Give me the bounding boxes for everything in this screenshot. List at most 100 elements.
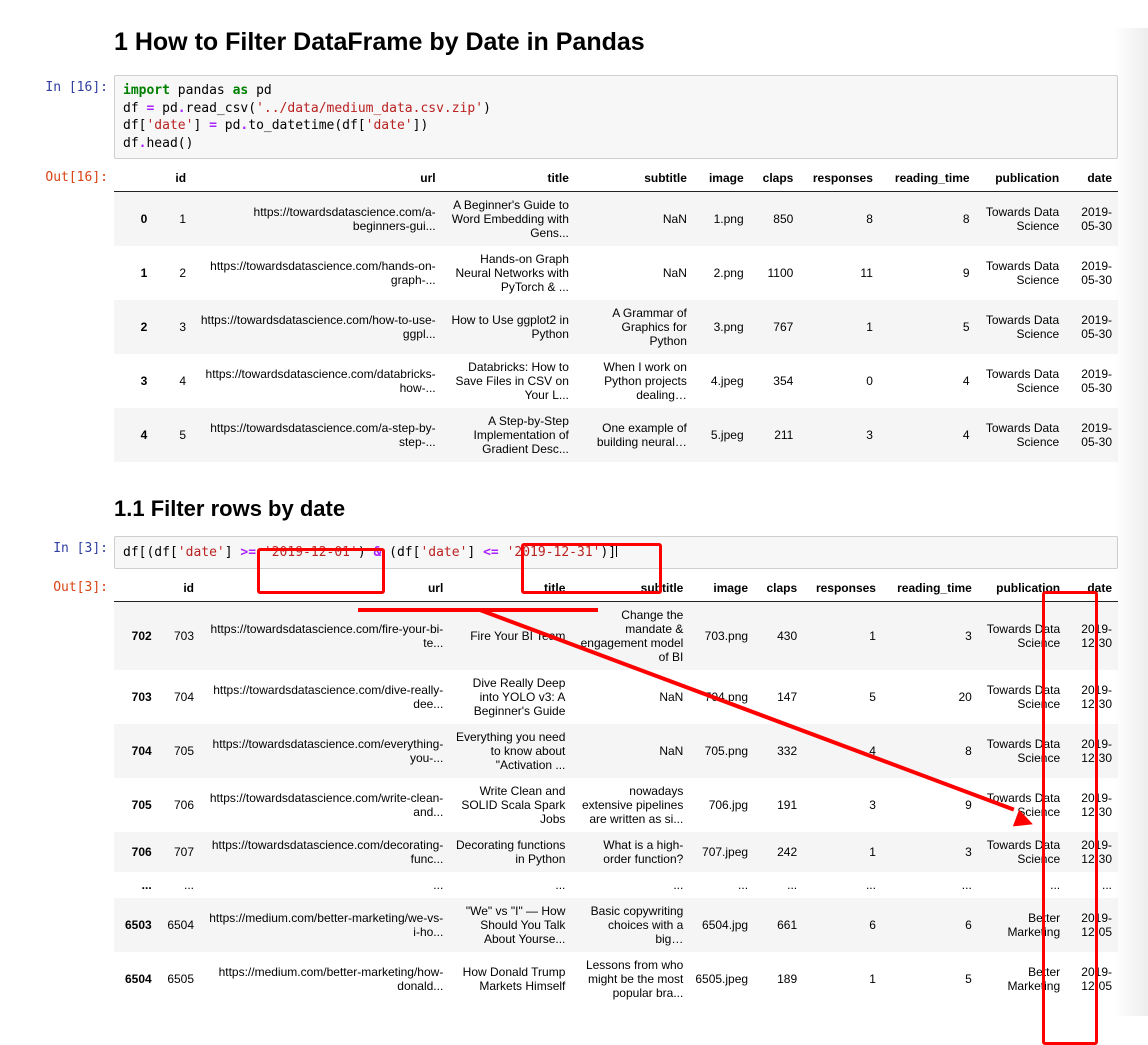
cell-date: 2019-12-30 [1066, 778, 1118, 832]
column-header: id [158, 575, 200, 602]
column-header: id [153, 165, 192, 192]
cell-reading_time: 4 [879, 408, 976, 462]
cell-reading_time: 3 [882, 832, 978, 872]
cell-url: https://towardsdatascience.com/everythin… [200, 724, 449, 778]
cell-image: 706.jpg [689, 778, 754, 832]
cell-publication: Better Marketing [978, 952, 1066, 1006]
cell-image: 6505.jpeg [689, 952, 754, 1006]
cell-title: How Donald Trump Markets Himself [449, 952, 571, 1006]
cell-idx: 6504 [114, 952, 158, 1006]
cell-date: ... [1066, 872, 1118, 898]
cell-image: 707.jpeg [689, 832, 754, 872]
column-header: publication [978, 575, 1066, 602]
cell-url: https://medium.com/better-marketing/how-… [200, 952, 449, 1006]
cell-subtitle: Lessons from who might be the most popul… [571, 952, 689, 1006]
cell-image: 6504.jpg [689, 898, 754, 952]
cell-responses: ... [803, 872, 882, 898]
cell-responses: 4 [803, 724, 882, 778]
cell-reading_time: 5 [882, 952, 978, 1006]
cell-idx: 705 [114, 778, 158, 832]
cell-subtitle: nowadays extensive pipelines are written… [571, 778, 689, 832]
code-cell-3[interactable]: df[(df['date'] >= '2019-12-01') & (df['d… [114, 536, 1118, 569]
cell-idx: 704 [114, 724, 158, 778]
cell-id: 6505 [158, 952, 200, 1006]
heading-1-1: 1.1 Filter rows by date [114, 496, 1148, 522]
cell-responses: 1 [803, 601, 882, 670]
cell-image: 703.png [689, 601, 754, 670]
cell-idx: 2 [114, 300, 153, 354]
table-row: 12https://towardsdatascience.com/hands-o… [114, 246, 1118, 300]
cell-url: https://towardsdatascience.com/write-cle… [200, 778, 449, 832]
cell-idx: 4 [114, 408, 153, 462]
cell-idx: 1 [114, 246, 153, 300]
notebook-page: 1 How to Filter DataFrame by Date in Pan… [0, 28, 1148, 1016]
heading-1: 1 How to Filter DataFrame by Date in Pan… [114, 28, 1148, 57]
cell-publication: Towards Data Science [978, 670, 1066, 724]
cell-publication: Towards Data Science [976, 246, 1066, 300]
cell-id: ... [158, 872, 200, 898]
cell-subtitle: A Grammar of Graphics for Python [575, 300, 693, 354]
cell-url: https://towardsdatascience.com/a-step-by… [192, 408, 442, 462]
cell-subtitle: Basic copywriting choices with a big… [571, 898, 689, 952]
cell-date: 2019-05-30 [1065, 354, 1118, 408]
cell-idx: ... [114, 872, 158, 898]
cell-reading_time: 8 [882, 724, 978, 778]
column-header: subtitle [571, 575, 689, 602]
cell-reading_time: 5 [879, 300, 976, 354]
cell-title: Fire Your BI Team [449, 601, 571, 670]
cell-subtitle: NaN [575, 192, 693, 247]
cell-url: ... [200, 872, 449, 898]
cell-url: https://towardsdatascience.com/a-beginne… [192, 192, 442, 247]
column-header: date [1066, 575, 1118, 602]
column-header: subtitle [575, 165, 693, 192]
column-header: publication [976, 165, 1066, 192]
cell-reading_time: 3 [882, 601, 978, 670]
table-row: 65036504https://medium.com/better-market… [114, 898, 1118, 952]
cell-image: 705.png [689, 724, 754, 778]
cell-id: 5 [153, 408, 192, 462]
cell-publication: Towards Data Science [976, 300, 1066, 354]
column-header: image [689, 575, 754, 602]
cell-id: 3 [153, 300, 192, 354]
cell-responses: 1 [803, 832, 882, 872]
cell-idx: 3 [114, 354, 153, 408]
cell-date: 2019-12-30 [1066, 832, 1118, 872]
cell-reading_time: 9 [882, 778, 978, 832]
cell-url: https://towardsdatascience.com/fire-your… [200, 601, 449, 670]
cell-claps: 1100 [750, 246, 800, 300]
cell-url: https://towardsdatascience.com/how-to-us… [192, 300, 442, 354]
cell-url: https://medium.com/better-marketing/we-v… [200, 898, 449, 952]
cell-subtitle: One example of building neural… [575, 408, 693, 462]
cell-url: https://towardsdatascience.com/decoratin… [200, 832, 449, 872]
table-row: ................................. [114, 872, 1118, 898]
text-caret [616, 543, 617, 557]
column-header: reading_time [882, 575, 978, 602]
cell-reading_time: 8 [879, 192, 976, 247]
cell-responses: 8 [799, 192, 879, 247]
cell-subtitle: NaN [571, 724, 689, 778]
cell-title: Write Clean and SOLID Scala Spark Jobs [449, 778, 571, 832]
cell-id: 704 [158, 670, 200, 724]
table-row: 23https://towardsdatascience.com/how-to-… [114, 300, 1118, 354]
column-header: date [1065, 165, 1118, 192]
table-row: 703704https://towardsdatascience.com/div… [114, 670, 1118, 724]
cell-title: Everything you need to know about "Activ… [449, 724, 571, 778]
table-row: 01https://towardsdatascience.com/a-begin… [114, 192, 1118, 247]
cell-title: Dive Really Deep into YOLO v3: A Beginne… [449, 670, 571, 724]
column-header [114, 165, 153, 192]
cell-idx: 6503 [114, 898, 158, 952]
cell-date: 2019-05-30 [1065, 246, 1118, 300]
cell-image: 4.jpeg [693, 354, 750, 408]
column-header: url [192, 165, 442, 192]
output-table-16: idurltitlesubtitleimageclapsresponsesrea… [114, 165, 1118, 462]
cell-idx: 706 [114, 832, 158, 872]
cell-claps: 332 [754, 724, 803, 778]
cell-responses: 11 [799, 246, 879, 300]
cell-title: How to Use ggplot2 in Python [442, 300, 575, 354]
cell-claps: 242 [754, 832, 803, 872]
cell-title: Hands-on Graph Neural Networks with PyTo… [442, 246, 575, 300]
table-row: 702703https://towardsdatascience.com/fir… [114, 601, 1118, 670]
cell-responses: 5 [803, 670, 882, 724]
code-cell-16[interactable]: import pandas as pd df = pd.read_csv('..… [114, 75, 1118, 159]
cell-date: 2019-12-05 [1066, 952, 1118, 1006]
